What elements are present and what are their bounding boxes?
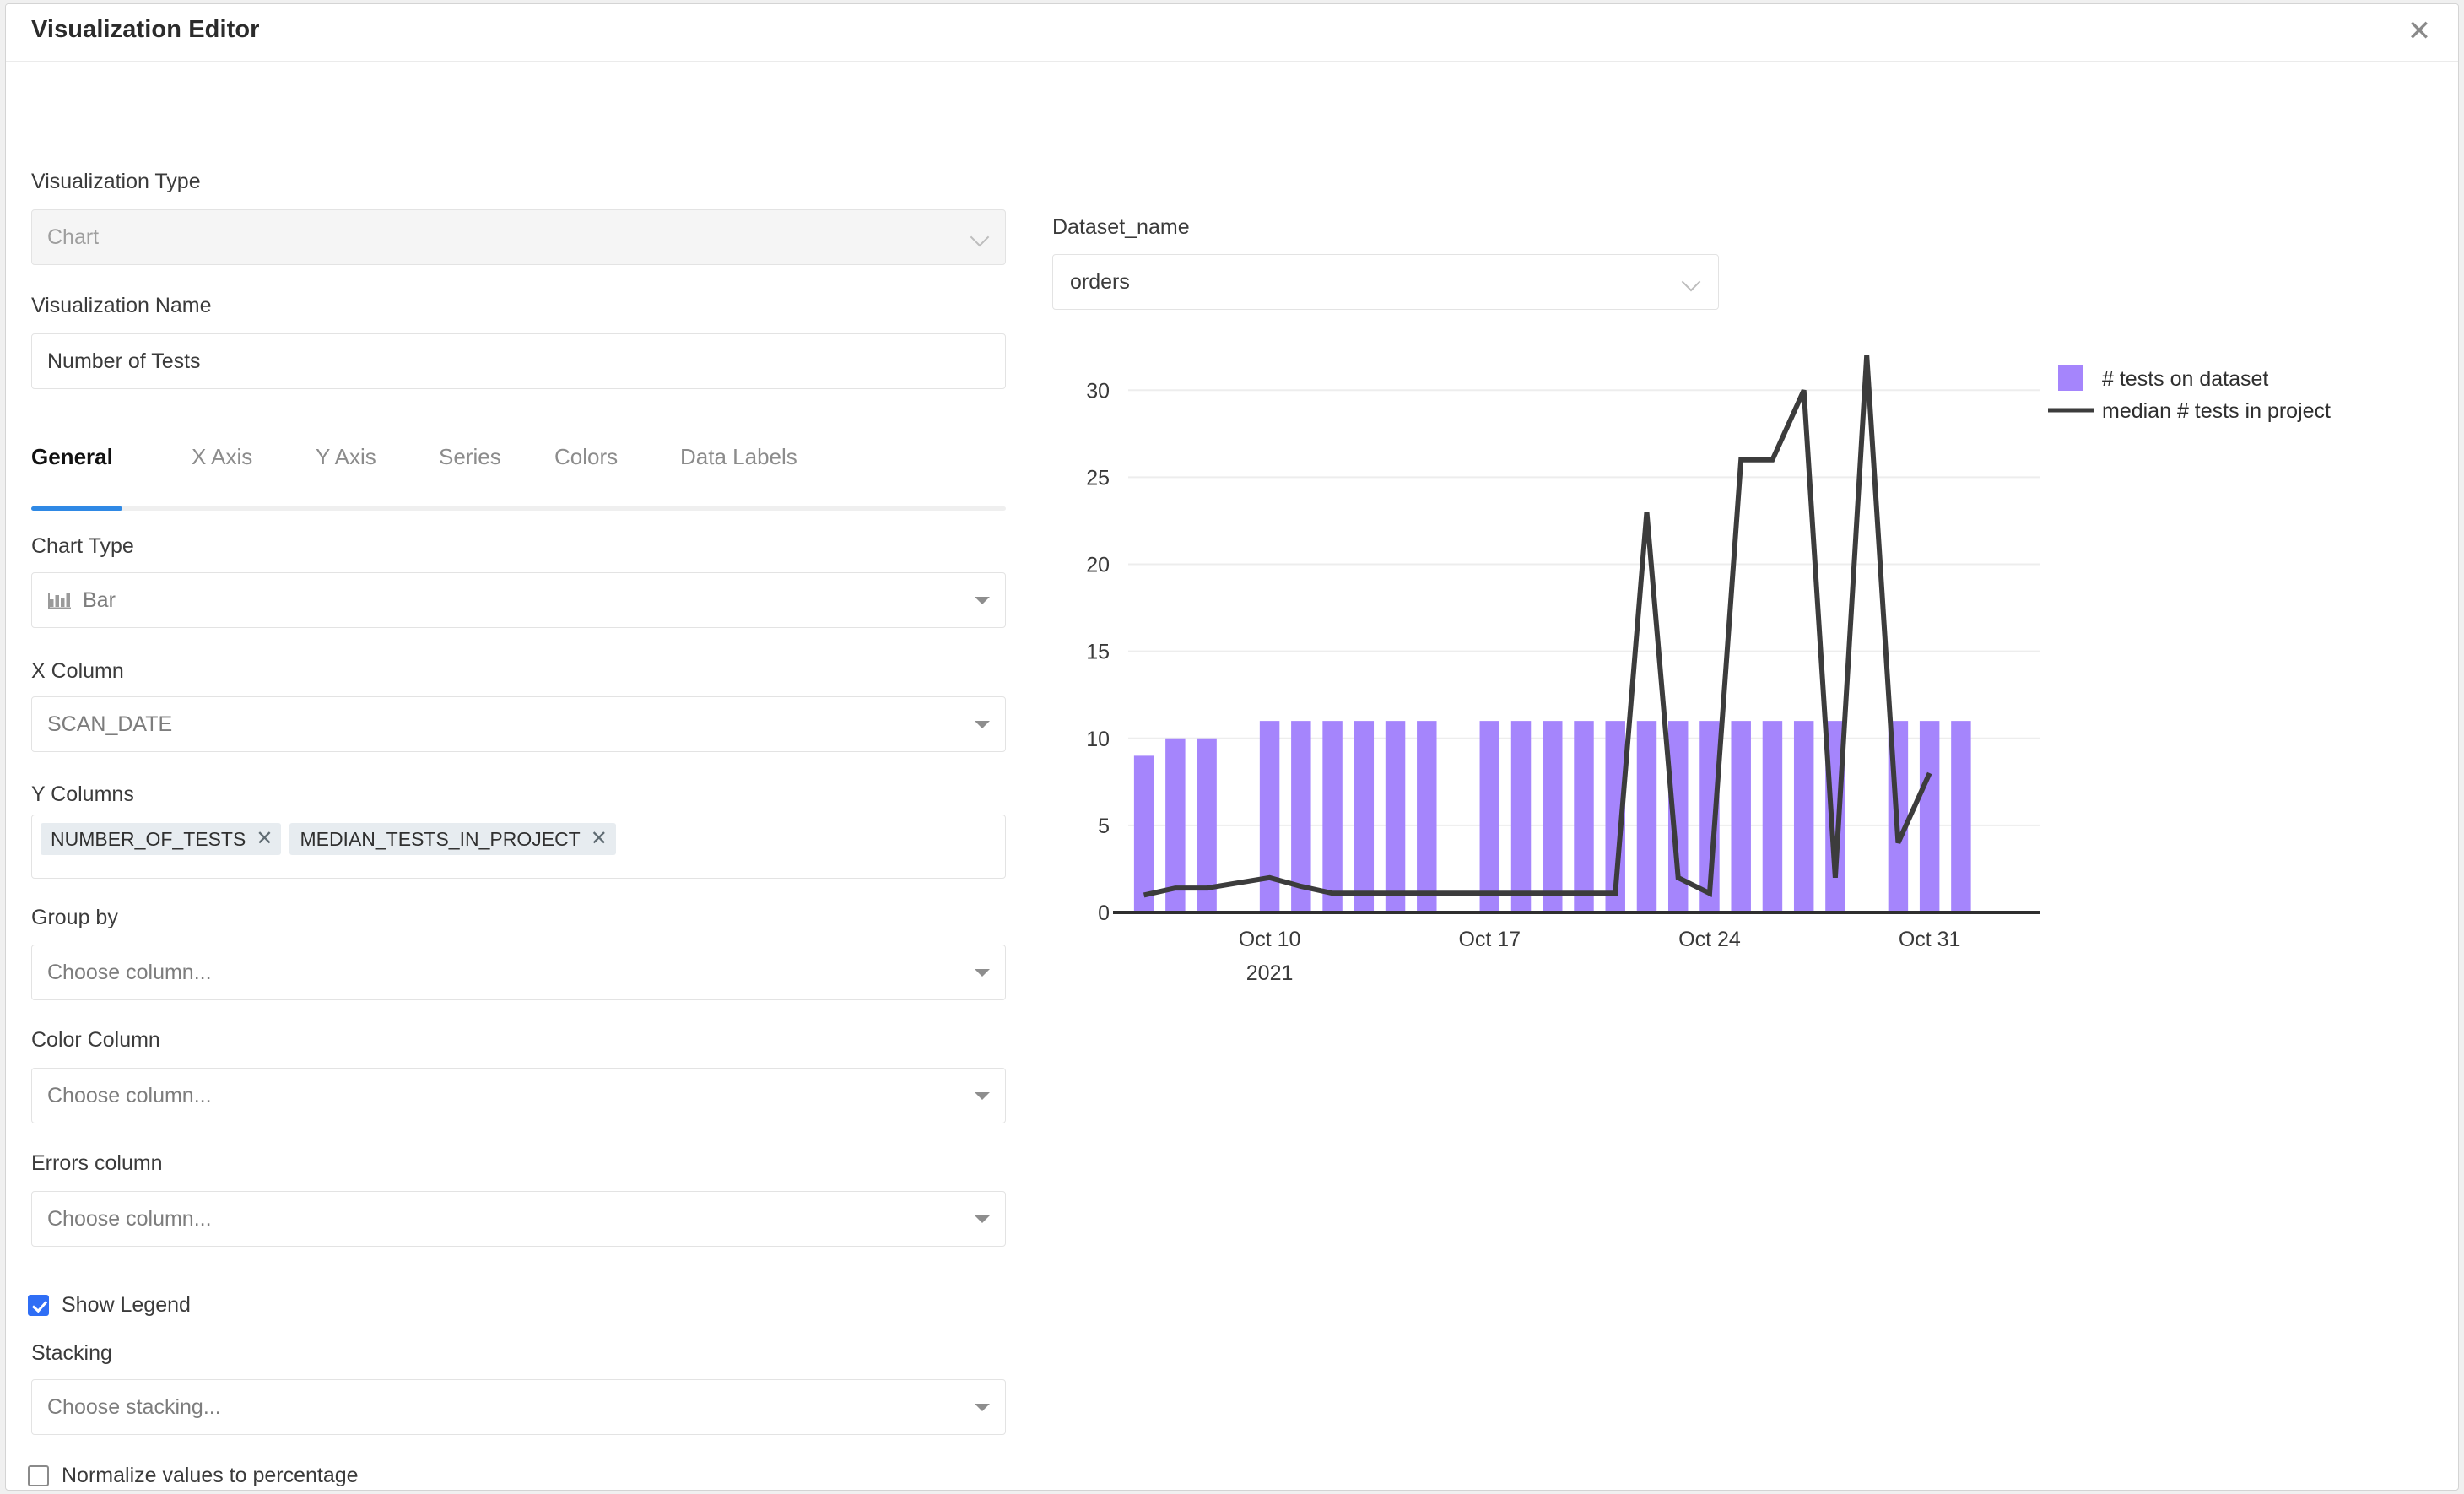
chart-bar [1354, 721, 1375, 912]
stacking-placeholder: Choose stacking... [47, 1394, 221, 1419]
dataset-name-select[interactable]: orders [1052, 254, 1719, 310]
y-axis-tick-label: 15 [1086, 641, 1110, 664]
group-by-placeholder: Choose column... [47, 960, 212, 984]
chevron-down-icon [975, 1091, 990, 1100]
x-column-select[interactable]: SCAN_DATE [31, 696, 1006, 752]
visualization-editor-dialog: Visualization Editor ✕ Visualization Typ… [5, 3, 2459, 1491]
show-legend-label: Show Legend [62, 1293, 191, 1317]
chart-preview: 0 5 10 15 20 25 30 Oct 10 2021 Oct 17 Oct 24 Oct 31… [1037, 349, 2458, 1015]
chevron-down-icon [975, 1403, 990, 1411]
y-columns-label: Y Columns [31, 782, 134, 806]
tab-underline-track [31, 506, 1006, 511]
y-columns-field[interactable]: NUMBER_OF_TESTS ✕ MEDIAN_TESTS_IN_PROJECT ✕ [31, 815, 1006, 879]
y-column-tag-label: MEDIAN_TESTS_IN_PROJECT [300, 827, 581, 850]
chart-bar [1919, 721, 1940, 912]
chart-type-label: Chart Type [31, 534, 134, 558]
y-axis-tick-label: 30 [1086, 379, 1110, 403]
x-axis-tick-label: Oct 24 [1678, 928, 1741, 951]
legend-swatch-bar [2058, 365, 2083, 391]
chart-bar [1951, 721, 1971, 912]
tab-y-axis[interactable]: Y Axis [316, 444, 376, 470]
chevron-down-icon [975, 968, 990, 977]
preview-panel: Dataset_name orders 0 5 10 15 20 25 30 Oct 10 20… [1037, 62, 2458, 1490]
tab-colors[interactable]: Colors [554, 444, 618, 470]
x-axis-tick-label: Oct 10 [1239, 928, 1301, 951]
page-title: Visualization Editor [31, 16, 260, 43]
chart-bar [1133, 755, 1154, 912]
x-axis-year-label: 2021 [1246, 961, 1294, 985]
chart-bar [1636, 721, 1657, 912]
dialog-body: Visualization Type Chart Visualization N… [6, 62, 2458, 1490]
stacking-label: Stacking [31, 1341, 112, 1365]
chart-bar [1510, 721, 1532, 912]
chevron-down-icon [975, 596, 990, 604]
visualization-name-label: Visualization Name [31, 294, 212, 317]
legend-label-bar: # tests on dataset [2102, 367, 2268, 391]
x-column-label: X Column [31, 659, 124, 683]
settings-panel: Visualization Type Chart Visualization N… [6, 62, 1037, 1490]
chevron-down-icon [975, 720, 990, 728]
y-axis-tick-label: 5 [1098, 815, 1110, 838]
visualization-type-label: Visualization Type [31, 170, 201, 193]
close-icon[interactable]: ✕ [2399, 11, 2440, 51]
dialog-titlebar: Visualization Editor ✕ [6, 4, 2458, 62]
tab-series[interactable]: Series [439, 444, 501, 470]
normalize-label: Normalize values to percentage [62, 1464, 359, 1487]
bar-chart-icon [48, 593, 71, 609]
y-axis-tick-label: 20 [1086, 554, 1110, 577]
chart-bar [1259, 721, 1280, 912]
remove-tag-icon[interactable]: ✕ [591, 829, 608, 849]
chart-type-select[interactable]: Bar [31, 572, 1006, 628]
legend-label-line: median # tests in project [2102, 399, 2331, 423]
errors-column-placeholder: Choose column... [47, 1206, 212, 1231]
visualization-name-value: Number of Tests [47, 349, 201, 373]
chart-bar [1385, 721, 1406, 912]
chart-bar [1543, 721, 1563, 912]
settings-tabs: General X Axis Y Axis Series Colors Data… [31, 444, 1006, 501]
chart-bar [1322, 721, 1343, 912]
tab-x-axis[interactable]: X Axis [192, 444, 252, 470]
y-column-tag-label: NUMBER_OF_TESTS [51, 827, 246, 850]
normalize-checkbox[interactable] [28, 1465, 49, 1486]
y-column-tag: NUMBER_OF_TESTS ✕ [41, 823, 282, 855]
chart-svg: 0 5 10 15 20 25 30 Oct 10 2021 Oct 17 Oct 24 Oct 31… [1086, 355, 2331, 985]
normalize-checkbox-row[interactable]: Normalize values to percentage [28, 1464, 359, 1488]
chart-bar [1479, 721, 1500, 912]
chart-bar [1762, 721, 1783, 912]
chevron-down-icon [975, 1215, 990, 1223]
chart-bar [1574, 721, 1594, 912]
group-by-label: Group by [31, 906, 118, 929]
stacking-select[interactable]: Choose stacking... [31, 1379, 1006, 1435]
color-column-label: Color Column [31, 1028, 160, 1052]
chart-bar [1731, 721, 1751, 912]
group-by-select[interactable]: Choose column... [31, 945, 1006, 1000]
chart-bar [1793, 721, 1814, 912]
tab-general[interactable]: General [31, 444, 113, 470]
color-column-select[interactable]: Choose column... [31, 1068, 1006, 1123]
x-axis-tick-label: Oct 31 [1899, 928, 1961, 951]
errors-column-label: Errors column [31, 1151, 163, 1175]
chevron-down-icon [971, 228, 990, 246]
dataset-name-label: Dataset_name [1052, 215, 1190, 239]
dataset-name-value: orders [1070, 269, 1130, 294]
color-column-placeholder: Choose column... [47, 1083, 212, 1107]
y-axis-tick-label: 10 [1086, 728, 1110, 751]
remove-tag-icon[interactable]: ✕ [256, 829, 273, 849]
show-legend-checkbox-row[interactable]: Show Legend [28, 1293, 191, 1318]
y-axis-tick-label: 0 [1098, 901, 1110, 925]
show-legend-checkbox[interactable] [28, 1295, 49, 1316]
chevron-down-icon [1683, 273, 1701, 291]
tab-active-underline [31, 506, 122, 511]
x-axis-tick-label: Oct 17 [1458, 928, 1521, 951]
chart-bar [1417, 721, 1437, 912]
errors-column-select[interactable]: Choose column... [31, 1191, 1006, 1247]
visualization-name-input[interactable]: Number of Tests [31, 333, 1006, 389]
y-column-tag: MEDIAN_TESTS_IN_PROJECT ✕ [289, 823, 616, 855]
x-column-value: SCAN_DATE [47, 712, 173, 736]
visualization-type-select[interactable]: Chart [31, 209, 1006, 265]
visualization-type-value: Chart [47, 225, 100, 249]
tab-data-labels[interactable]: Data Labels [680, 444, 797, 470]
chart-type-value: Bar [83, 587, 116, 612]
y-axis-tick-label: 25 [1086, 466, 1110, 490]
